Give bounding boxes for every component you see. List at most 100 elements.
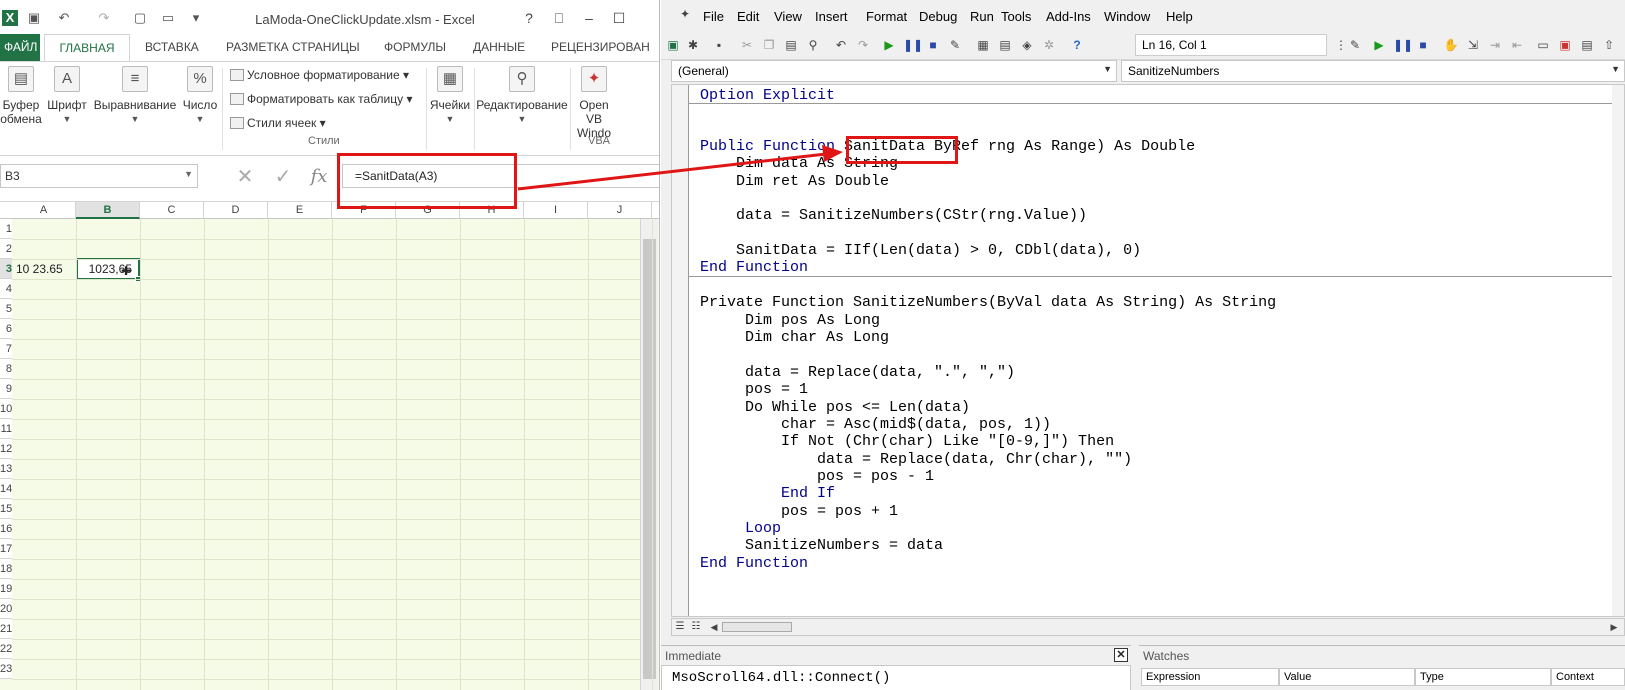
row-header-17[interactable]: 17	[0, 539, 12, 559]
open-vba-button[interactable]: ✦ Open VB Windo	[572, 66, 616, 140]
row-header-5[interactable]: 5	[0, 299, 12, 319]
tab-review[interactable]: РЕЦЕНЗИРОВАН	[551, 40, 650, 54]
watch-column-value[interactable]: Value	[1279, 668, 1415, 686]
row-header-6[interactable]: 6	[0, 319, 12, 339]
cells-group[interactable]: ▦ Ячейки ▼	[428, 66, 472, 124]
column-header-d[interactable]: D	[204, 202, 268, 219]
editing-group[interactable]: ⚲ Редактирование ▼	[476, 66, 568, 124]
code-line-dim-pos[interactable]: Dim pos As Long	[700, 312, 880, 329]
code-line-char-asc[interactable]: char = Asc(mid$(data, pos, 1))	[700, 416, 1051, 433]
paste-icon[interactable]: ▤	[783, 37, 799, 53]
row-header-22[interactable]: 22	[0, 639, 12, 659]
break-icon[interactable]: ❚❚	[1393, 37, 1413, 53]
run-icon[interactable]: ▶	[881, 37, 897, 53]
cell-a3[interactable]: 10 23.65	[16, 262, 63, 276]
code-margin-indicator-bar[interactable]	[672, 85, 689, 616]
row-header-23[interactable]: 23	[0, 659, 12, 679]
chevron-down-icon[interactable]: ▼	[1611, 64, 1620, 74]
watch-window-icon[interactable]: ▤	[1579, 37, 1595, 53]
properties-icon[interactable]: ▤	[997, 37, 1013, 53]
column-header-b[interactable]: B	[76, 202, 140, 219]
chevron-down-icon[interactable]: ▼	[1103, 64, 1112, 74]
reset-icon[interactable]: ■	[1415, 37, 1431, 53]
immediate-window-content[interactable]: MsoScroll64.dll::Connect()	[661, 665, 1131, 690]
customize-qat-icon[interactable]: ▾	[188, 10, 204, 26]
row-header-21[interactable]: 21	[0, 619, 12, 639]
code-line-return-data[interactable]: SanitizeNumbers = data	[700, 537, 943, 554]
watch-column-context[interactable]: Context	[1551, 668, 1625, 686]
step-over-icon[interactable]: ⇥	[1487, 37, 1503, 53]
object-browser-icon[interactable]: ◈	[1019, 37, 1035, 53]
clipboard-group[interactable]: ▤ Буфер обмена	[0, 66, 42, 126]
toggle-breakpoint-icon[interactable]: ✎	[1347, 37, 1363, 53]
open-folder-icon[interactable]: ▭	[160, 10, 176, 26]
row-header-1[interactable]: 1	[0, 219, 12, 239]
code-line-replace-char[interactable]: data = Replace(data, Chr(char), "")	[700, 451, 1132, 468]
chevron-down-icon[interactable]: ▼	[184, 169, 193, 179]
save-icon[interactable]: ▪	[711, 37, 727, 53]
row-header-15[interactable]: 15	[0, 499, 12, 519]
watch-column-expression[interactable]: Expression	[1141, 668, 1279, 686]
toolbox-icon[interactable]: ✲	[1041, 37, 1057, 53]
redo-icon[interactable]: ↷	[855, 37, 871, 53]
help-icon[interactable]: ?	[1069, 37, 1085, 53]
menu-edit[interactable]: Edit	[737, 9, 759, 24]
code-line-do-while[interactable]: Do While pos <= Len(data)	[700, 399, 970, 416]
undo-icon[interactable]: ↶	[833, 37, 849, 53]
vertical-scrollbar[interactable]	[640, 219, 658, 690]
column-header-a[interactable]: A	[12, 202, 76, 219]
menu-file[interactable]: File	[703, 9, 724, 24]
code-line-end-function-2[interactable]: End Function	[700, 555, 808, 572]
new-document-icon[interactable]: ▢	[132, 10, 148, 26]
scrollbar-thumb[interactable]	[643, 239, 656, 679]
row-header-9[interactable]: 9	[0, 379, 12, 399]
break-icon[interactable]: ❚❚	[903, 37, 923, 53]
row-header-10[interactable]: 10	[0, 399, 12, 419]
scroll-left-icon[interactable]: ◀	[706, 619, 722, 635]
minimize-button[interactable]: –	[578, 8, 600, 28]
worksheet-grid[interactable]: ABCDEFGHIJ 10 23.65 1023,65 ✚ 1234567891…	[0, 202, 659, 690]
code-line-pos-increment[interactable]: pos = pos + 1	[700, 503, 898, 520]
name-box[interactable]: B3 ▼	[0, 164, 198, 188]
code-horizontal-scrollbar[interactable]: ☰ ☷ ◀ ▶	[671, 618, 1625, 636]
project-explorer-icon[interactable]: ▦	[975, 37, 991, 53]
enter-icon[interactable]: ✓	[270, 166, 296, 188]
save-icon[interactable]: ▣	[26, 10, 42, 26]
alignment-group[interactable]: ≡ Выравнивание ▼	[92, 66, 178, 124]
view-excel-icon[interactable]: ▣	[665, 37, 681, 53]
row-header-13[interactable]: 13	[0, 459, 12, 479]
cancel-icon[interactable]: ✕	[232, 166, 258, 188]
call-stack-icon[interactable]: ⇧	[1601, 37, 1617, 53]
cell-styles-button[interactable]: Стили ячеек ▾	[230, 116, 326, 130]
copy-icon[interactable]: ❐	[761, 37, 777, 53]
menu-view[interactable]: View	[774, 9, 802, 24]
code-line-return[interactable]: SanitData = IIf(Len(data) > 0, CDbl(data…	[700, 242, 1141, 259]
close-icon[interactable]: ✕	[1114, 648, 1128, 662]
menu-add-ins[interactable]: Add-Ins	[1046, 9, 1091, 24]
tab-data[interactable]: ДАННЫЕ	[473, 40, 525, 54]
menu-format[interactable]: Format	[866, 9, 907, 24]
immediate-window-icon[interactable]: ▣	[1557, 37, 1573, 53]
row-header-18[interactable]: 18	[0, 559, 12, 579]
row-header-20[interactable]: 20	[0, 599, 12, 619]
help-button[interactable]: ?	[518, 8, 540, 28]
code-line-1[interactable]: Option Explicit	[700, 87, 835, 104]
code-window[interactable]: Option Explicit Public Function SanitDat…	[671, 84, 1625, 617]
find-icon[interactable]: ⚲	[805, 37, 821, 53]
menu-insert[interactable]: Insert	[815, 9, 848, 24]
menu-window[interactable]: Window	[1104, 9, 1150, 24]
column-header-i[interactable]: I	[524, 202, 588, 219]
row-header-16[interactable]: 16	[0, 519, 12, 539]
row-header-11[interactable]: 11	[0, 419, 12, 439]
maximize-button[interactable]: ☐	[608, 8, 630, 28]
row-header-8[interactable]: 8	[0, 359, 12, 379]
row-header-14[interactable]: 14	[0, 479, 12, 499]
code-line-end-if[interactable]: End If	[700, 485, 835, 502]
row-header-3[interactable]: 3	[0, 259, 12, 279]
design-mode-icon[interactable]: ✎	[947, 37, 963, 53]
code-line-pos-decrement[interactable]: pos = pos - 1	[700, 468, 934, 485]
menu-help[interactable]: Help	[1166, 9, 1193, 24]
menu-tools[interactable]: Tools	[1001, 9, 1031, 24]
tab-page-layout[interactable]: РАЗМЕТКА СТРАНИЦЫ	[226, 40, 360, 54]
code-line-pos-init[interactable]: pos = 1	[700, 381, 808, 398]
